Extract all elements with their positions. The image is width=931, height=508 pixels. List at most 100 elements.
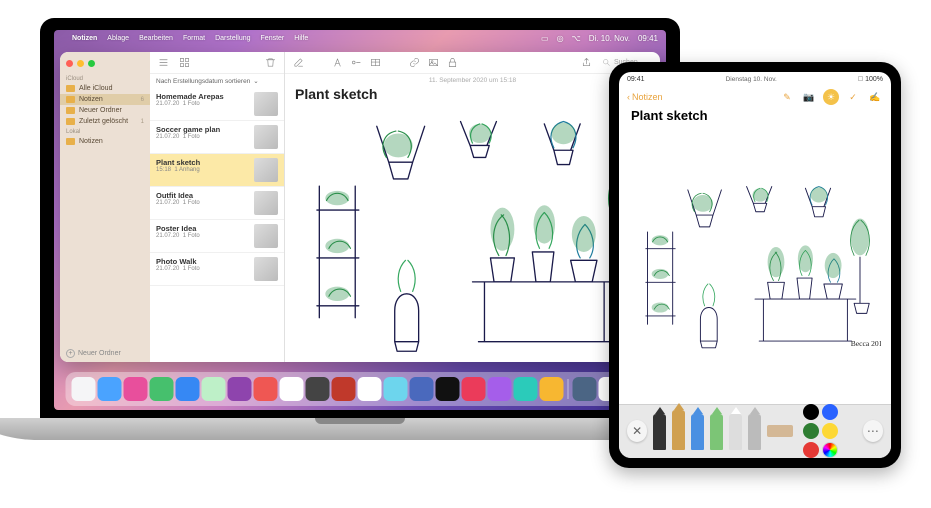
color-green[interactable] xyxy=(803,423,819,439)
note-thumbnail xyxy=(254,125,278,149)
color-yellow[interactable] xyxy=(822,423,838,439)
menubar-app-name[interactable]: Notizen xyxy=(72,35,97,42)
color-black[interactable] xyxy=(803,404,819,420)
sidebar-section-header: iCloud xyxy=(60,74,150,83)
note-list-item[interactable]: Homemade Arepas21.07.20 1 Foto xyxy=(150,88,284,121)
ipad-note-title[interactable]: Plant sketch xyxy=(619,108,891,127)
sidebar-folder[interactable]: Neuer Ordner xyxy=(60,105,150,116)
minimize-window-button[interactable] xyxy=(77,60,84,67)
color-blue[interactable] xyxy=(822,404,838,420)
dock-app-icon[interactable] xyxy=(150,377,174,401)
dock-app-icon[interactable] xyxy=(384,377,408,401)
dock-app-icon[interactable] xyxy=(306,377,330,401)
dock-app-icon[interactable] xyxy=(176,377,200,401)
dock-app-icon[interactable] xyxy=(98,377,122,401)
marker-tool[interactable] xyxy=(691,414,704,450)
folder-icon xyxy=(66,138,75,145)
dock-app-icon[interactable] xyxy=(254,377,278,401)
ipad-battery-icon: 􀛨 100% xyxy=(858,76,883,83)
note-drawing-canvas[interactable]: Becca 2019 xyxy=(285,106,660,362)
note-thumbnail xyxy=(254,191,278,215)
dock-app-icon[interactable] xyxy=(124,377,148,401)
grid-view-icon[interactable] xyxy=(179,57,190,68)
more-button[interactable]: ⋯ xyxy=(863,420,883,442)
notes-sidebar: iCloudAlle iCloudNotizen6Neuer OrdnerZul… xyxy=(60,52,150,362)
color-picker[interactable] xyxy=(822,442,838,458)
text-style-icon[interactable] xyxy=(332,57,343,68)
lock-icon[interactable] xyxy=(447,57,458,68)
close-tools-button[interactable]: ✕ xyxy=(627,420,647,442)
checkmark-icon[interactable]: ✓ xyxy=(845,89,861,105)
checklist-icon[interactable] xyxy=(351,57,362,68)
dock-app-icon[interactable] xyxy=(573,377,597,401)
menubar-item[interactable]: Hilfe xyxy=(294,35,308,42)
dock-app-icon[interactable] xyxy=(332,377,356,401)
pen-tool[interactable] xyxy=(653,414,666,450)
close-window-button[interactable] xyxy=(66,60,73,67)
dock-app-icon[interactable] xyxy=(462,377,486,401)
folder-icon xyxy=(66,96,75,103)
share-icon[interactable] xyxy=(581,57,592,68)
camera-icon[interactable]: 📷 xyxy=(801,89,817,105)
svg-text:Becca 2019: Becca 2019 xyxy=(851,339,881,348)
note-list-item[interactable]: Soccer game plan21.07.20 1 Foto xyxy=(150,121,284,154)
dock-app-icon[interactable] xyxy=(488,377,512,401)
note-thumbnail xyxy=(254,224,278,248)
sort-dropdown[interactable]: Nach Erstellungsdatum sortieren ⌄ xyxy=(150,74,284,88)
note-list-item[interactable]: Poster Idea21.07.20 1 Foto xyxy=(150,220,284,253)
menubar-time[interactable]: 09:41 xyxy=(638,34,658,43)
note-title[interactable]: Plant sketch xyxy=(285,84,660,106)
dock-app-icon[interactable] xyxy=(228,377,252,401)
sidebar-folder[interactable]: Notizen xyxy=(60,136,150,147)
dock-app-icon[interactable] xyxy=(280,377,304,401)
new-folder-button[interactable]: + Neuer Ordner xyxy=(60,345,150,362)
battery-icon[interactable]: ▭ xyxy=(541,34,549,43)
markup-icon[interactable]: ✎ xyxy=(779,89,795,105)
menubar-date[interactable]: Di. 10. Nov. xyxy=(589,34,630,43)
window-traffic-lights xyxy=(60,52,150,74)
notes-window: iCloudAlle iCloudNotizen6Neuer OrdnerZul… xyxy=(60,52,660,362)
highlighter-tool[interactable] xyxy=(710,414,723,450)
sun-icon[interactable]: ☀ xyxy=(823,89,839,105)
sidebar-folder[interactable]: Alle iCloud xyxy=(60,83,150,94)
dock-app-icon[interactable] xyxy=(72,377,96,401)
dock-app-icon[interactable] xyxy=(540,377,564,401)
color-red[interactable] xyxy=(803,442,819,458)
trash-icon[interactable] xyxy=(265,57,276,68)
ipad-markup-toolbar: ✕ ⋯ xyxy=(619,404,891,458)
zoom-window-button[interactable] xyxy=(88,60,95,67)
notes-list-pane: Nach Erstellungsdatum sortieren ⌄ Homema… xyxy=(150,52,285,362)
control-center-icon[interactable]: ⌥ xyxy=(572,34,581,43)
wifi-icon[interactable]: ◎ xyxy=(557,34,564,43)
new-folder-label: Neuer Ordner xyxy=(78,350,121,357)
photos-icon[interactable] xyxy=(428,57,439,68)
dock-app-icon[interactable] xyxy=(436,377,460,401)
folder-icon xyxy=(66,85,75,92)
menubar-item[interactable]: Darstellung xyxy=(215,35,250,42)
compose-icon[interactable]: ✍ xyxy=(867,89,883,105)
folder-icon xyxy=(66,118,75,125)
ruler-tool[interactable] xyxy=(767,425,793,437)
sidebar-folder[interactable]: Notizen6 xyxy=(60,94,150,105)
menubar-item[interactable]: Format xyxy=(183,35,205,42)
note-list-item[interactable]: Plant sketch15:18 1 Anhang xyxy=(150,154,284,187)
back-button[interactable]: ‹ Notizen xyxy=(627,92,663,102)
dock-app-icon[interactable] xyxy=(410,377,434,401)
table-icon[interactable] xyxy=(370,57,381,68)
eraser-tool[interactable] xyxy=(729,414,742,450)
note-list-item[interactable]: Photo Walk21.07.20 1 Foto xyxy=(150,253,284,286)
compose-icon[interactable] xyxy=(293,57,304,68)
list-view-icon[interactable] xyxy=(158,57,169,68)
dock-app-icon[interactable] xyxy=(358,377,382,401)
menubar-item[interactable]: Fenster xyxy=(261,35,285,42)
link-icon[interactable] xyxy=(409,57,420,68)
menubar-item[interactable]: Ablage xyxy=(107,35,129,42)
lasso-tool[interactable] xyxy=(748,414,761,450)
pencil-tool[interactable] xyxy=(672,410,685,450)
ipad-drawing-canvas[interactable]: Becca 2019 xyxy=(619,127,891,404)
dock-app-icon[interactable] xyxy=(514,377,538,401)
menubar-item[interactable]: Bearbeiten xyxy=(139,35,173,42)
note-list-item[interactable]: Outfit Idea21.07.20 1 Foto xyxy=(150,187,284,220)
sidebar-folder[interactable]: Zuletzt gelöscht1 xyxy=(60,116,150,127)
dock-app-icon[interactable] xyxy=(202,377,226,401)
